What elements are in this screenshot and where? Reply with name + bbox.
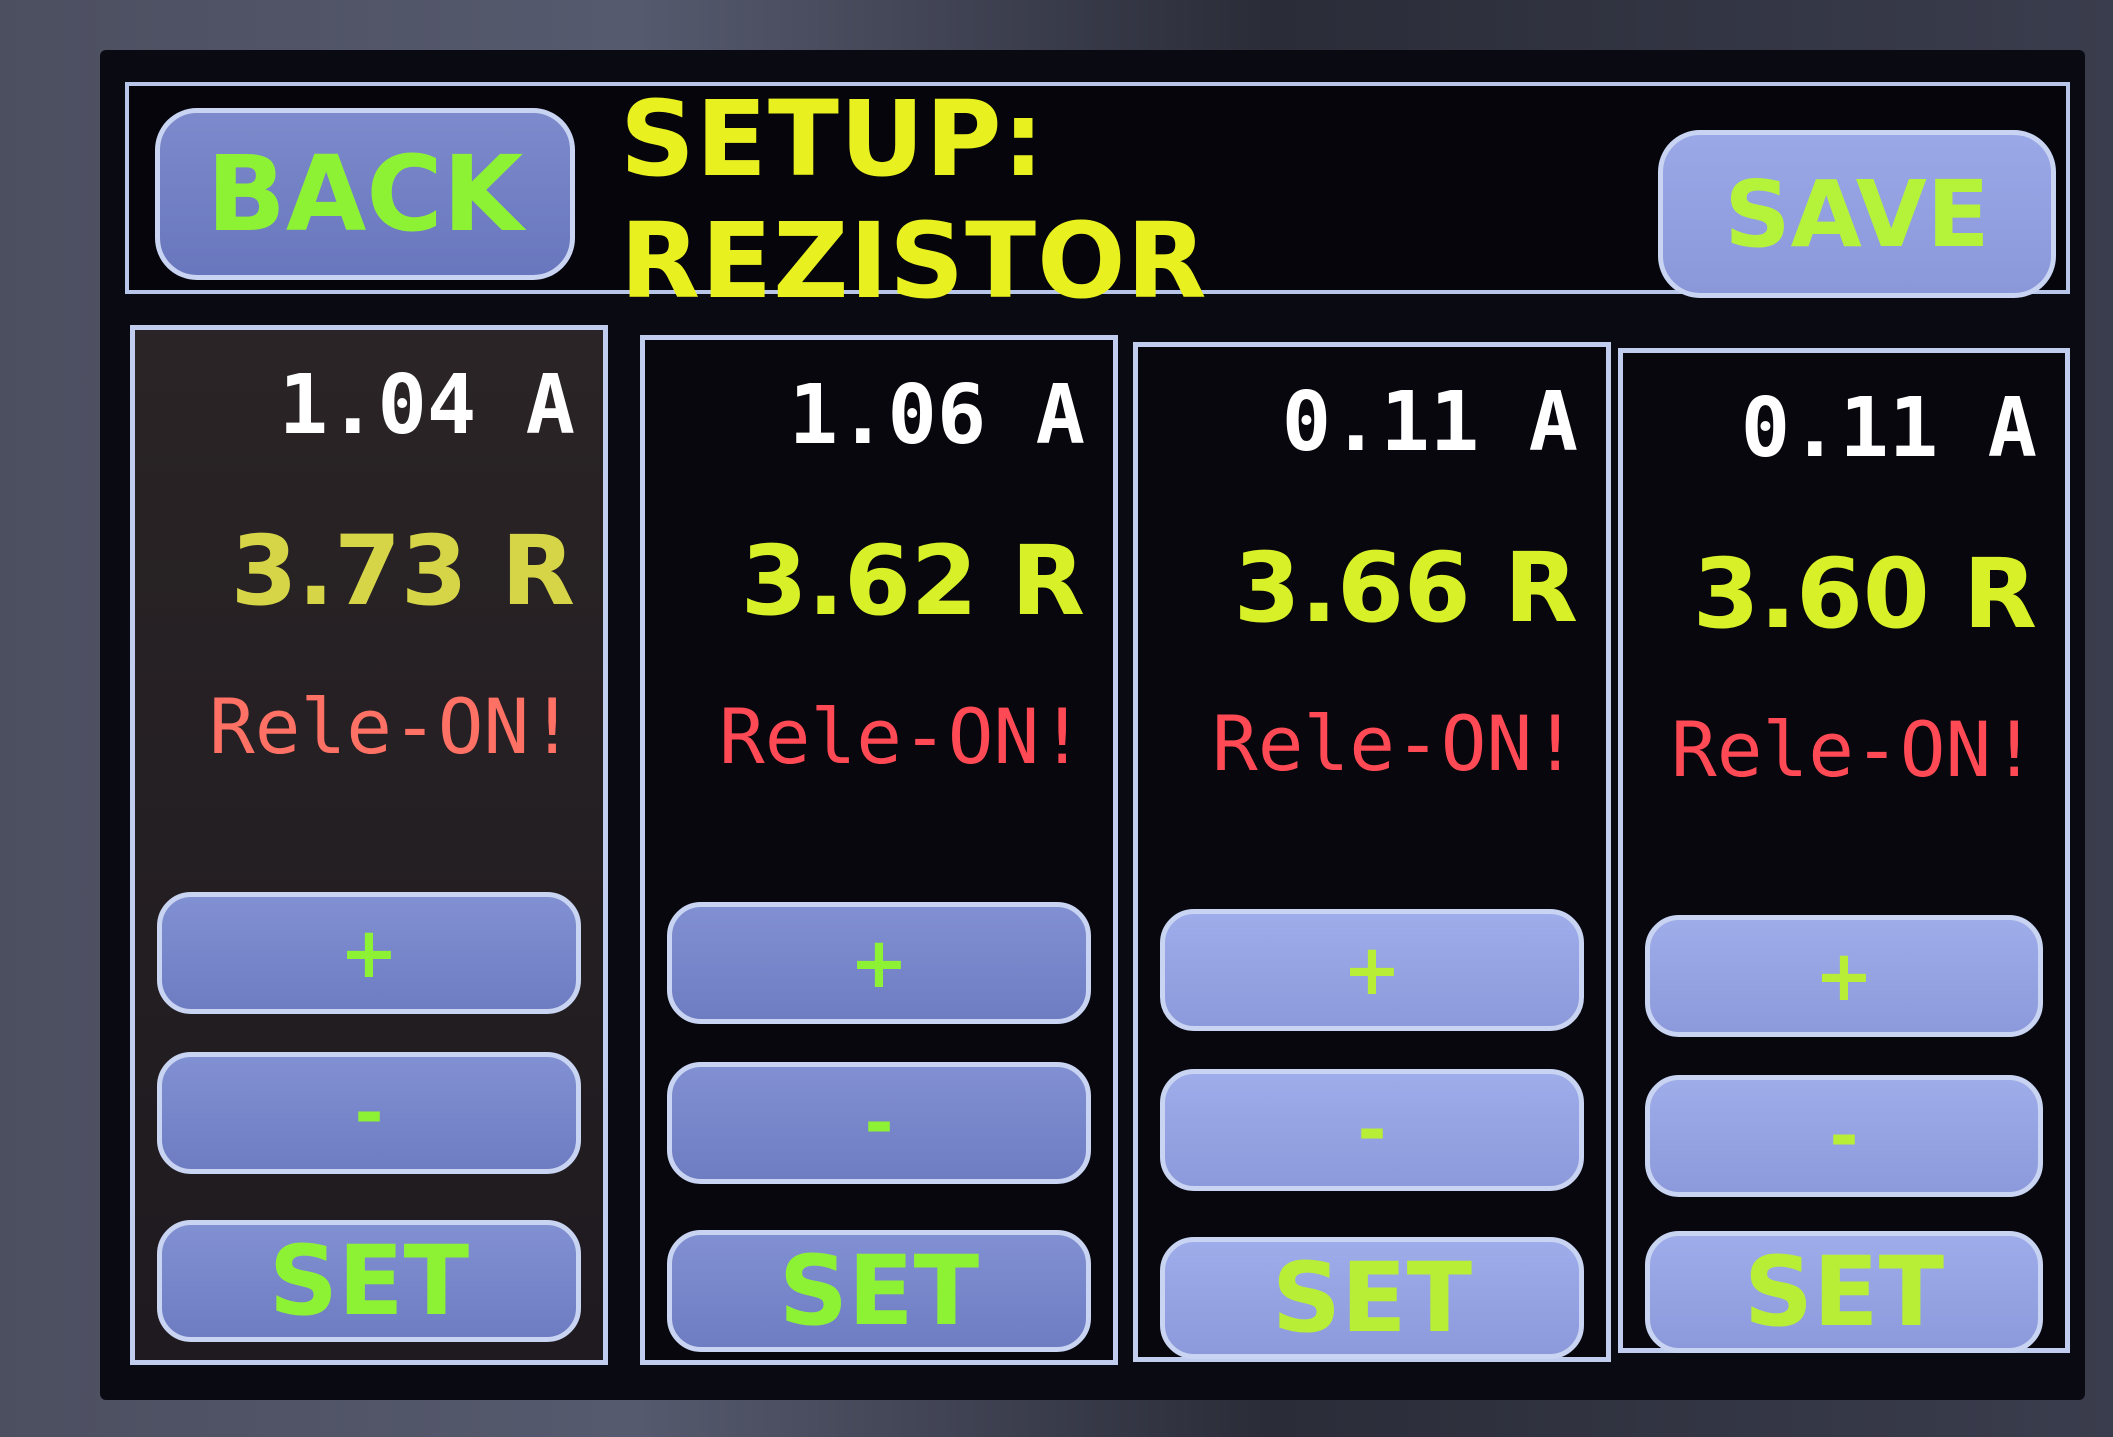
relay-status: Rele-ON! xyxy=(208,682,575,771)
current-readout: 0.11 A xyxy=(1281,375,1578,470)
decrease-button[interactable]: - xyxy=(667,1062,1091,1184)
set-button[interactable]: SET xyxy=(157,1220,581,1342)
resistance-readout: 3.62 R xyxy=(740,525,1085,637)
resistance-readout: 3.60 R xyxy=(1692,538,2037,650)
channel-panel-4: 0.11 A 3.60 R Rele-ON! + - SET xyxy=(1618,348,2070,1353)
resistance-readout: 3.73 R xyxy=(230,515,575,627)
current-readout: 1.06 A xyxy=(788,368,1085,463)
channel-panel-3: 0.11 A 3.66 R Rele-ON! + - SET xyxy=(1133,342,1611,1362)
current-readout: 1.04 A xyxy=(278,358,575,453)
decrease-button[interactable]: - xyxy=(1645,1075,2043,1197)
set-button[interactable]: SET xyxy=(1160,1237,1584,1359)
channel-panel-2: 1.06 A 3.62 R Rele-ON! + - SET xyxy=(640,335,1118,1365)
page-title: SETUP: REZISTOR xyxy=(620,78,1208,322)
increase-button[interactable]: + xyxy=(1160,909,1584,1031)
relay-status: Rele-ON! xyxy=(1670,705,2037,794)
set-button[interactable]: SET xyxy=(1645,1231,2043,1353)
increase-button[interactable]: + xyxy=(157,892,581,1014)
increase-button[interactable]: + xyxy=(667,902,1091,1024)
decrease-button[interactable]: - xyxy=(157,1052,581,1174)
back-button[interactable]: BACK xyxy=(155,108,575,280)
relay-status: Rele-ON! xyxy=(1211,699,1578,788)
current-readout: 0.11 A xyxy=(1740,381,2037,476)
set-button[interactable]: SET xyxy=(667,1230,1091,1352)
increase-button[interactable]: + xyxy=(1645,915,2043,1037)
save-button[interactable]: SAVE xyxy=(1658,130,2056,298)
decrease-button[interactable]: - xyxy=(1160,1069,1584,1191)
relay-status: Rele-ON! xyxy=(718,692,1085,781)
channel-panel-1: 1.04 A 3.73 R Rele-ON! + - SET xyxy=(130,325,608,1365)
resistance-readout: 3.66 R xyxy=(1233,532,1578,644)
